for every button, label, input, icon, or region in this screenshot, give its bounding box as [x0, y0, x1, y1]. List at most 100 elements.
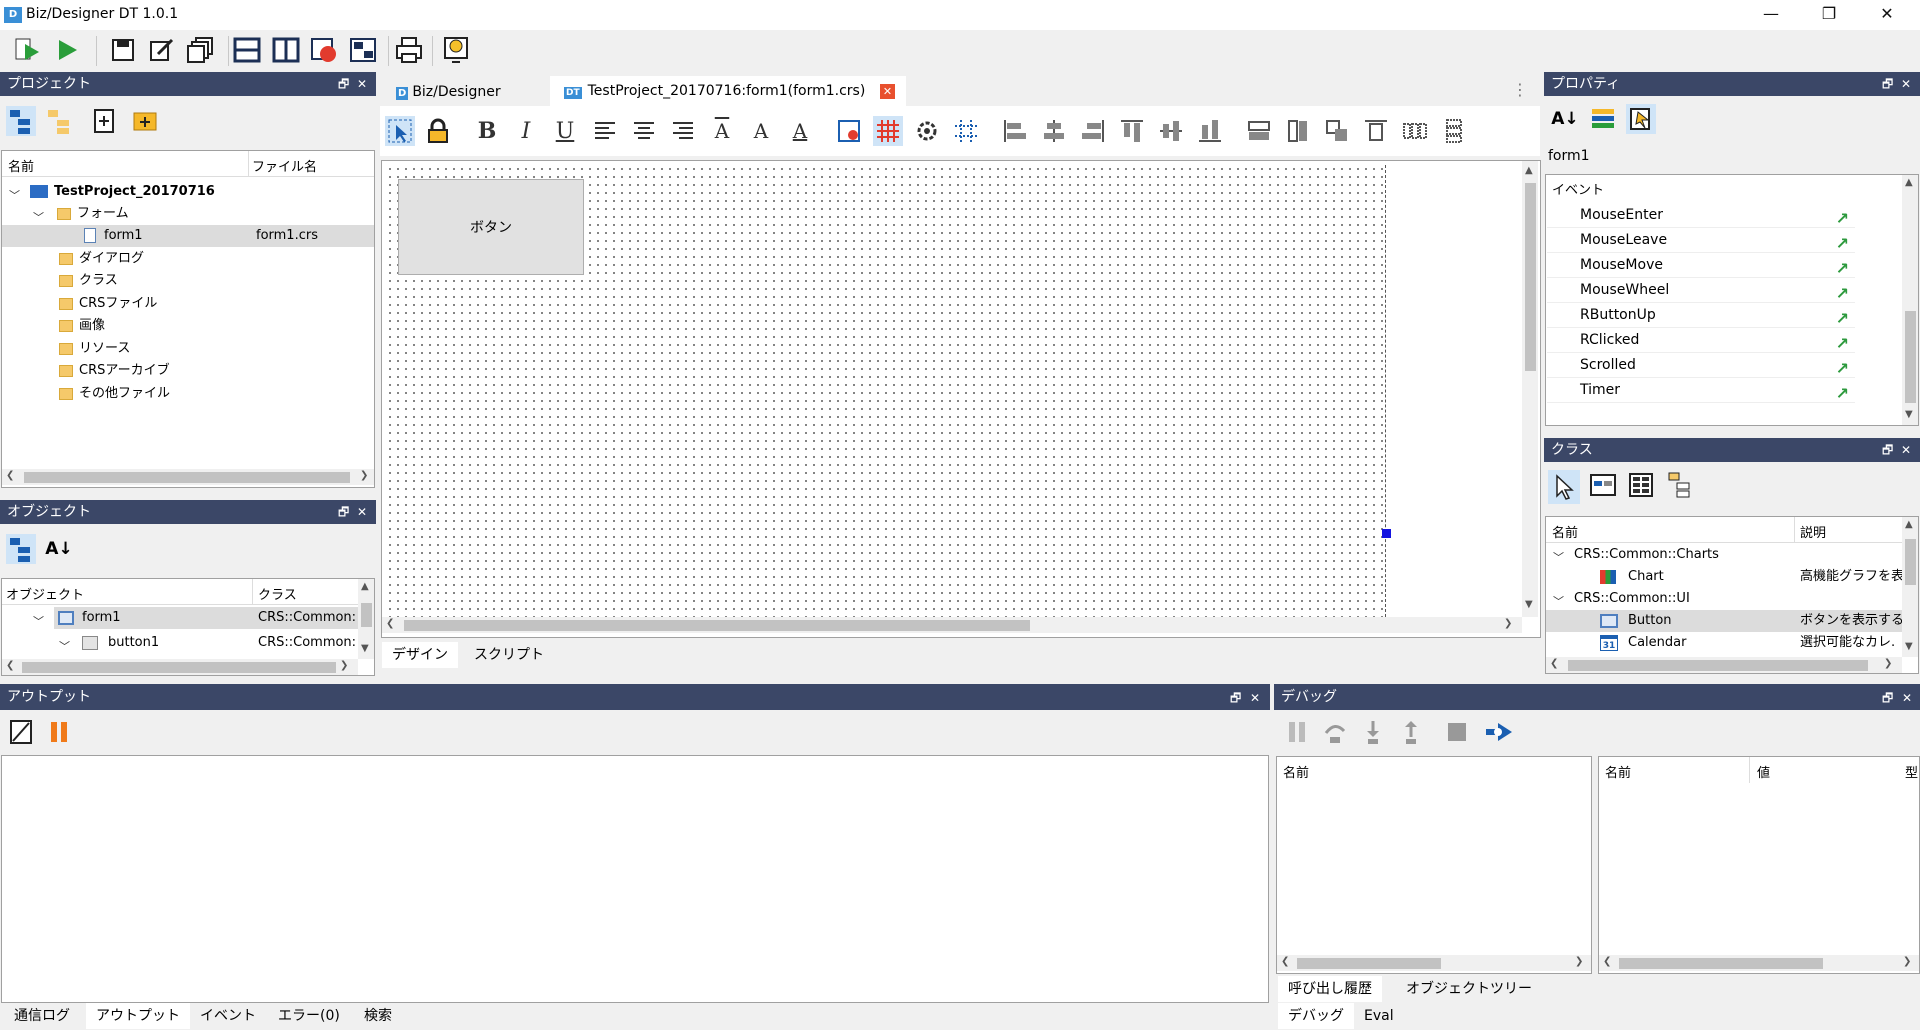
- event-row[interactable]: MouseLeave ↗: [1547, 228, 1855, 253]
- event-row[interactable]: MouseEnter ↗: [1547, 203, 1855, 228]
- text-align-bottom-icon[interactable]: A: [785, 116, 815, 146]
- tab-call-history[interactable]: 呼び出し履歴: [1278, 976, 1382, 1002]
- clear-output-icon[interactable]: [6, 717, 36, 747]
- pointer-icon[interactable]: [1548, 470, 1580, 504]
- close-icon[interactable]: ✕: [1250, 685, 1260, 711]
- align-objects-bottom-icon[interactable]: [1195, 116, 1225, 146]
- horizontal-split-icon[interactable]: [232, 35, 262, 65]
- run-debug-icon[interactable]: [12, 35, 42, 65]
- tab-search[interactable]: 検索: [354, 1003, 402, 1029]
- categorized-icon[interactable]: [1588, 104, 1618, 134]
- horizontal-scrollbar[interactable]: ❮ ❯: [1546, 657, 1902, 673]
- vertical-scrollbar[interactable]: ▲ ▼: [1522, 161, 1538, 617]
- chevron-down-icon[interactable]: ﹀: [1553, 549, 1564, 565]
- tree-folder-forms[interactable]: フォーム: [57, 203, 129, 225]
- project-root[interactable]: TestProject_20170716: [30, 181, 215, 203]
- align-objects-left-icon[interactable]: [1000, 116, 1030, 146]
- align-center-icon[interactable]: [629, 116, 659, 146]
- underline-icon[interactable]: U: [550, 116, 580, 146]
- text-align-top-icon[interactable]: A: [707, 116, 737, 146]
- events-icon[interactable]: [1626, 104, 1656, 134]
- align-objects-right-icon[interactable]: [1078, 116, 1108, 146]
- close-tab-icon[interactable]: ✕: [880, 84, 895, 99]
- event-row[interactable]: Timer ↗: [1547, 378, 1855, 403]
- select-tool-icon[interactable]: [385, 116, 415, 146]
- step-into-icon[interactable]: [1358, 717, 1388, 747]
- tree-view-icon[interactable]: [6, 106, 36, 136]
- float-icon[interactable]: 🗗: [1882, 72, 1893, 96]
- tab-eval[interactable]: Eval: [1354, 1003, 1404, 1029]
- overflow-menu-icon[interactable]: ⋮: [1512, 80, 1528, 99]
- tab-design[interactable]: デザイン: [382, 642, 458, 668]
- step-out-icon[interactable]: [1396, 717, 1426, 747]
- tab-order-icon[interactable]: [834, 116, 864, 146]
- same-size-icon[interactable]: [1322, 116, 1352, 146]
- class-group-ui[interactable]: CRS::Common::UI: [1574, 588, 1690, 610]
- tab-output[interactable]: アウトプット: [86, 1003, 190, 1029]
- add-file-icon[interactable]: [90, 106, 120, 136]
- float-icon[interactable]: 🗗: [1882, 438, 1893, 462]
- align-objects-middle-icon[interactable]: [1156, 116, 1186, 146]
- tab-script[interactable]: スクリプト: [464, 642, 554, 668]
- align-objects-top-icon[interactable]: [1117, 116, 1147, 146]
- grid-icon[interactable]: [873, 116, 903, 146]
- output-text-area[interactable]: [1, 755, 1269, 1003]
- edit-icon[interactable]: [146, 35, 176, 65]
- tab-debug[interactable]: デバッグ: [1278, 1003, 1354, 1029]
- class-item-button[interactable]: Button ボタンを表示する: [1546, 610, 1904, 632]
- class-tree-icon[interactable]: [1664, 470, 1694, 500]
- class-item-calendar[interactable]: 31 Calendar 選択可能なカレ.: [1546, 632, 1902, 654]
- grid-settings-icon[interactable]: [912, 116, 942, 146]
- tree-folder-other[interactable]: その他ファイル: [59, 383, 170, 405]
- chevron-down-icon[interactable]: ﹀: [33, 209, 44, 225]
- restore-button[interactable]: ❐: [1800, 0, 1858, 30]
- event-row[interactable]: MouseWheel ↗: [1547, 278, 1855, 303]
- text-align-middle-icon[interactable]: A: [746, 116, 776, 146]
- object-row-form1[interactable]: form1 CRS::Common:: [54, 607, 358, 629]
- save-icon[interactable]: [108, 35, 138, 65]
- horizontal-scrollbar[interactable]: ❮ ❯: [382, 617, 1522, 633]
- event-row[interactable]: RClicked ↗: [1547, 328, 1855, 353]
- object-tree-icon[interactable]: [6, 534, 36, 564]
- tree-folder-image[interactable]: 画像: [59, 315, 105, 337]
- event-row[interactable]: RButtonUp ↗: [1547, 303, 1855, 328]
- chevron-down-icon[interactable]: ﹀: [1553, 593, 1564, 609]
- class-group-charts[interactable]: CRS::Common::Charts: [1574, 544, 1719, 566]
- float-icon[interactable]: 🗗: [338, 500, 349, 524]
- chevron-down-icon[interactable]: ﹀: [9, 187, 20, 203]
- distribute-horizontal-icon[interactable]: [1400, 116, 1430, 146]
- layout-reset-icon[interactable]: [309, 35, 339, 65]
- pause-output-icon[interactable]: [44, 717, 74, 747]
- canvas-button[interactable]: ボタン: [398, 179, 584, 275]
- tree-folder-archive[interactable]: CRSアーカイブ: [59, 360, 170, 382]
- print-icon[interactable]: [394, 35, 424, 65]
- class-form-icon[interactable]: [1588, 470, 1618, 500]
- tab-biz-designer[interactable]: D Biz/Designer: [390, 78, 540, 106]
- event-row[interactable]: MouseMove ↗: [1547, 253, 1855, 278]
- close-icon[interactable]: ✕: [357, 500, 367, 524]
- resize-handle[interactable]: [1382, 529, 1391, 538]
- class-item-chart[interactable]: Chart 高機能グラフを表: [1546, 566, 1904, 588]
- align-objects-center-icon[interactable]: [1039, 116, 1069, 146]
- vertical-scrollbar[interactable]: ▲ ▼: [358, 579, 374, 659]
- continue-icon[interactable]: [1484, 717, 1514, 747]
- sort-az-icon[interactable]: A↓: [1550, 104, 1580, 134]
- snap-grid-icon[interactable]: [951, 116, 981, 146]
- run-icon[interactable]: [52, 35, 82, 65]
- bold-icon[interactable]: B: [472, 116, 502, 146]
- horizontal-scrollbar[interactable]: ❮ ❯: [1599, 955, 1919, 971]
- close-icon[interactable]: ✕: [1901, 438, 1911, 462]
- class-grid-icon[interactable]: [1626, 470, 1656, 500]
- vertical-split-icon[interactable]: [271, 35, 301, 65]
- chevron-down-icon[interactable]: ﹀: [59, 638, 70, 654]
- stop-icon[interactable]: [1442, 717, 1472, 747]
- vertical-scrollbar[interactable]: ▲ ▼: [1902, 175, 1918, 425]
- save-all-icon[interactable]: [186, 35, 216, 65]
- distribute-vertical-icon[interactable]: [1439, 116, 1469, 146]
- help-icon[interactable]: [441, 35, 471, 65]
- horizontal-scrollbar[interactable]: ❮ ❯: [2, 659, 358, 675]
- minimize-button[interactable]: —: [1742, 0, 1800, 30]
- vertical-scrollbar[interactable]: ▲ ▼: [1902, 517, 1918, 657]
- add-folder-icon[interactable]: [130, 106, 160, 136]
- tree-folder-crs[interactable]: CRSファイル: [59, 293, 157, 315]
